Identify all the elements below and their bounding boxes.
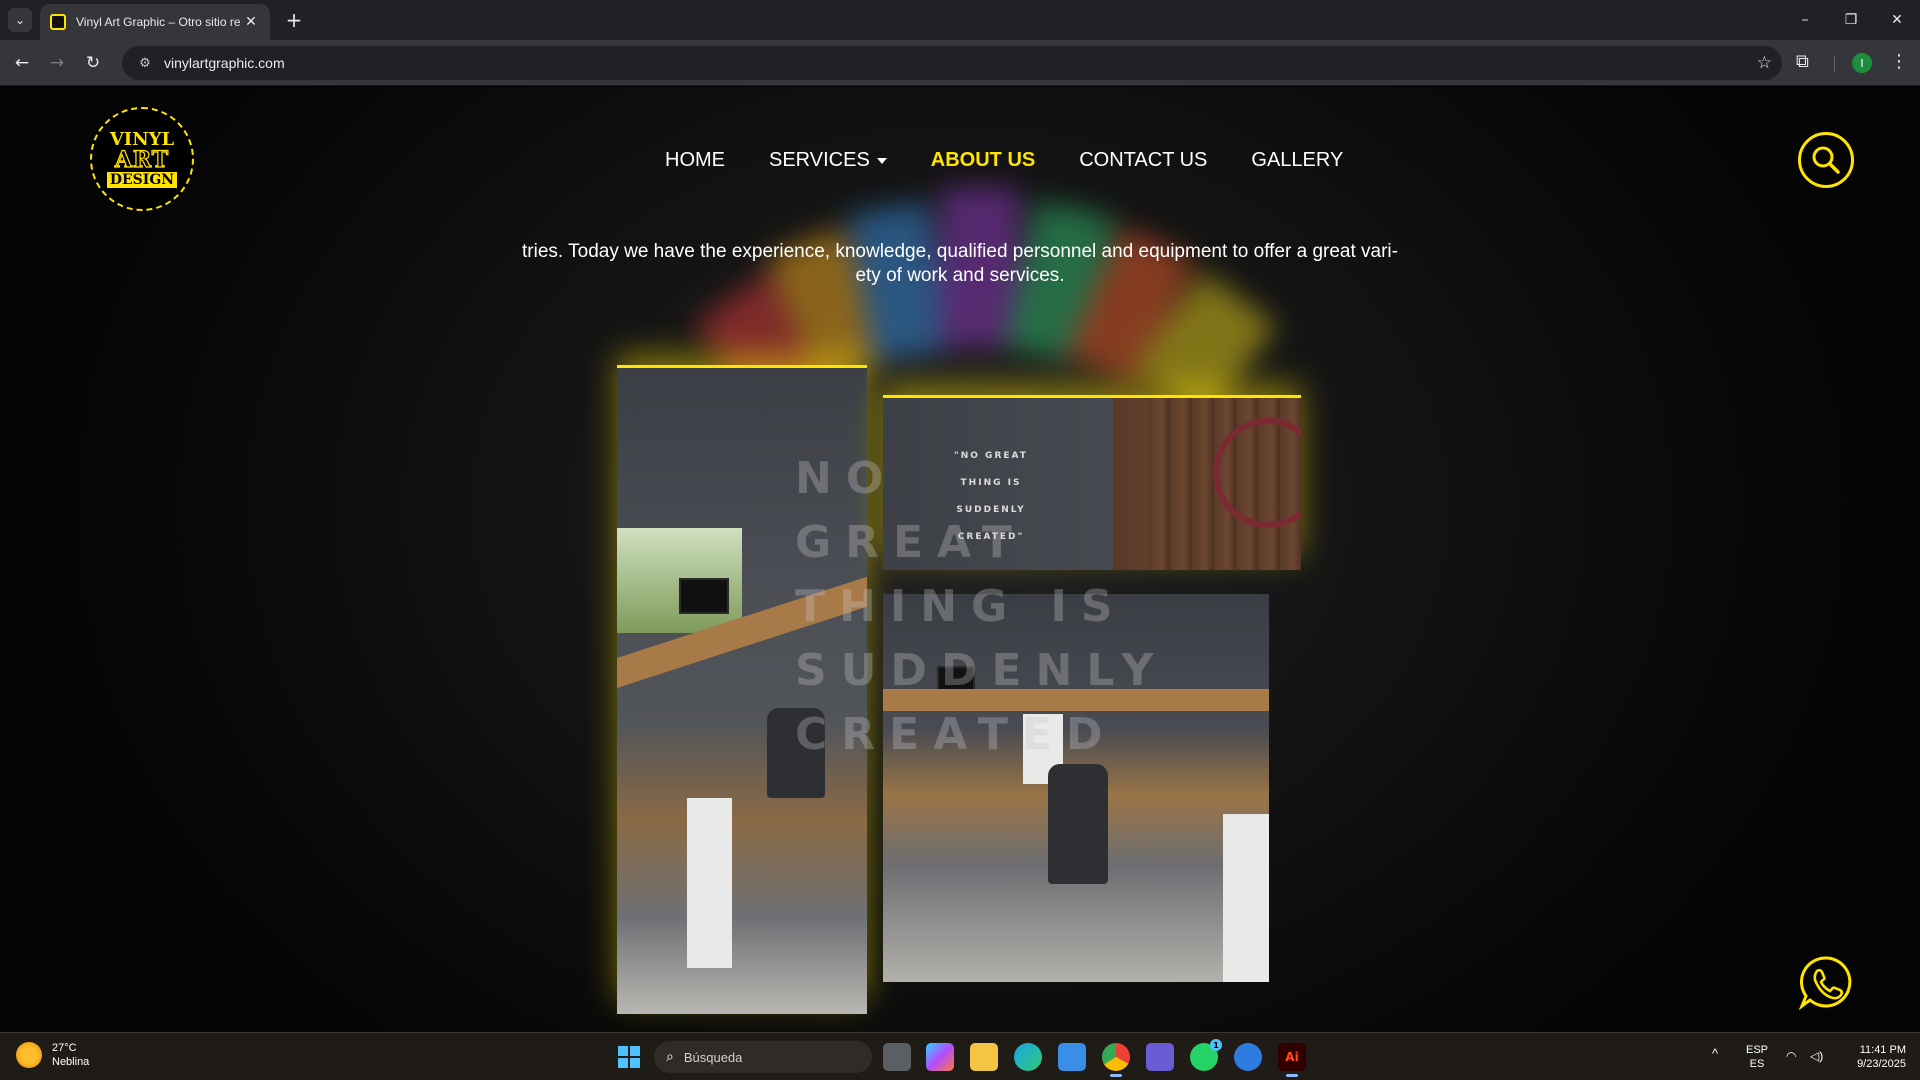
chair-image xyxy=(1048,764,1108,884)
taskbar-search-placeholder: Búsqueda xyxy=(683,1049,743,1065)
tab-search-button[interactable]: ⌄ xyxy=(8,8,32,32)
site-favicon-icon xyxy=(50,14,66,30)
main-navigation: HOME SERVICES ABOUT US CONTACT US GALLER… xyxy=(665,149,1387,172)
page-viewport: VINYL ART DESIGN HOME SERVICES ABOUT US … xyxy=(0,87,1920,1032)
microsoft-store-icon[interactable] xyxy=(1058,1043,1086,1071)
close-window-button[interactable]: ✕ xyxy=(1874,0,1920,40)
site-search-button[interactable] xyxy=(1798,132,1854,188)
whatsapp-icon[interactable] xyxy=(1798,954,1854,1010)
keyboard-layout: ES xyxy=(1749,1058,1765,1070)
browser-tab[interactable]: Vinyl Art Graphic – Otro sitio re ✕ xyxy=(40,4,270,40)
nav-about-us[interactable]: ABOUT US xyxy=(931,149,1035,172)
file-explorer-icon[interactable] xyxy=(970,1043,998,1071)
extensions-icon[interactable]: ⧉ xyxy=(1796,51,1809,72)
restore-button[interactable]: ❐ xyxy=(1828,0,1874,40)
tab-title: Vinyl Art Graphic – Otro sitio re xyxy=(76,15,241,29)
site-header: VINYL ART DESIGN HOME SERVICES ABOUT US … xyxy=(0,87,1920,227)
intro-line-2: ety of work and services. xyxy=(855,265,1065,286)
reload-button[interactable]: ↻ xyxy=(79,49,107,77)
search-icon xyxy=(1812,146,1840,174)
overlay-wall-lettering: NO GREAT THING IS SUDDENLY CREATED xyxy=(795,447,1167,767)
search-icon: ⌕ xyxy=(666,1049,674,1065)
wall-lettering-line: CREATED xyxy=(795,709,1117,760)
assistant-app-icon[interactable] xyxy=(1234,1043,1262,1071)
nav-home[interactable]: HOME xyxy=(665,149,725,172)
nav-gallery-label: GALLERY xyxy=(1251,149,1344,171)
wall-lettering-line: NO xyxy=(795,453,898,504)
about-intro-paragraph: tries. Today we have the experience, kno… xyxy=(520,240,1400,288)
cabinet-image xyxy=(1223,814,1269,982)
profile-avatar[interactable]: I xyxy=(1852,53,1872,73)
site-logo[interactable]: VINYL ART DESIGN xyxy=(90,107,194,211)
intro-line-1: tries. Today we have the experience, kno… xyxy=(522,241,1398,262)
language-code: ESP xyxy=(1746,1044,1769,1056)
browser-toolbar: ← → ↻ ⚙ vinylartgraphic.com ☆ ⧉ I ⋮ xyxy=(0,40,1920,86)
browser-tabstrip: ⌄ Vinyl Art Graphic – Otro sitio re ✕ + … xyxy=(0,0,1920,40)
toolbar-divider xyxy=(1834,56,1835,72)
logo-line-2: ART xyxy=(114,146,170,173)
notification-badge: 1 xyxy=(1210,1039,1222,1051)
edge-browser-icon[interactable] xyxy=(1014,1043,1042,1071)
forward-button[interactable]: → xyxy=(43,49,71,77)
windows-start-icon[interactable] xyxy=(618,1046,640,1068)
nav-contact-us[interactable]: CONTACT US xyxy=(1079,149,1207,172)
nav-home-label: HOME xyxy=(665,149,725,171)
wall-lettering-line: SUDDENLY xyxy=(795,645,1168,696)
cabinet-image xyxy=(687,798,732,968)
language-indicator[interactable]: ESP ES xyxy=(1746,1043,1768,1071)
whatsapp-app-icon[interactable]: 1 xyxy=(1190,1039,1222,1071)
clock-date: 9/23/2025 xyxy=(1857,1058,1906,1070)
nav-gallery[interactable]: GALLERY xyxy=(1251,149,1343,172)
close-tab-icon[interactable]: ✕ xyxy=(242,14,260,30)
chevron-down-icon xyxy=(876,157,887,164)
wifi-icon[interactable]: ◠ xyxy=(1786,1049,1796,1063)
monitor-image xyxy=(679,578,729,614)
weather-temperature: 27°C xyxy=(52,1042,77,1054)
copilot-icon[interactable] xyxy=(926,1043,954,1071)
windows-taskbar: 27°C Neblina ⌕ Búsqueda 1 Ai ^ ESP ES ◠ … xyxy=(0,1032,1920,1080)
new-tab-button[interactable]: + xyxy=(282,8,306,32)
browser-menu-icon[interactable]: ⋮ xyxy=(1890,51,1908,72)
taskbar-search-box[interactable]: ⌕ Búsqueda xyxy=(654,1041,872,1073)
logo-line-1: VINYL xyxy=(109,128,175,150)
clock[interactable]: 11:41 PM 9/23/2025 xyxy=(1840,1043,1906,1071)
wall-lettering-line: GREAT xyxy=(795,517,1026,568)
chevron-up-icon[interactable]: ^ xyxy=(1712,1047,1718,1061)
nav-services-label: SERVICES xyxy=(769,149,870,171)
task-view-icon[interactable] xyxy=(883,1043,911,1071)
logo-line-3: DESIGN xyxy=(106,171,178,188)
bookmark-star-icon[interactable]: ☆ xyxy=(1757,53,1772,73)
nav-contact-label: CONTACT US xyxy=(1079,149,1208,171)
vpn-app-icon[interactable] xyxy=(1146,1043,1174,1071)
volume-icon[interactable]: ◁) xyxy=(1810,1049,1823,1063)
nav-about-label: ABOUT US xyxy=(930,149,1036,171)
weather-widget[interactable]: 27°C Neblina xyxy=(16,1041,89,1069)
chrome-icon[interactable] xyxy=(1102,1043,1130,1077)
illustrator-icon[interactable]: Ai xyxy=(1278,1043,1306,1077)
address-bar[interactable]: ⚙ vinylartgraphic.com ☆ xyxy=(122,46,1782,80)
back-button[interactable]: ← xyxy=(8,49,36,77)
url-text: vinylartgraphic.com xyxy=(164,55,285,71)
site-info-icon[interactable]: ⚙ xyxy=(130,56,160,71)
minimize-button[interactable]: – xyxy=(1782,0,1828,40)
nav-services[interactable]: SERVICES xyxy=(769,149,887,172)
wall-lettering-line: THING IS xyxy=(795,581,1127,632)
weather-sun-icon xyxy=(16,1042,42,1068)
clock-time: 11:41 PM xyxy=(1859,1044,1906,1056)
weather-description: Neblina xyxy=(52,1056,90,1068)
